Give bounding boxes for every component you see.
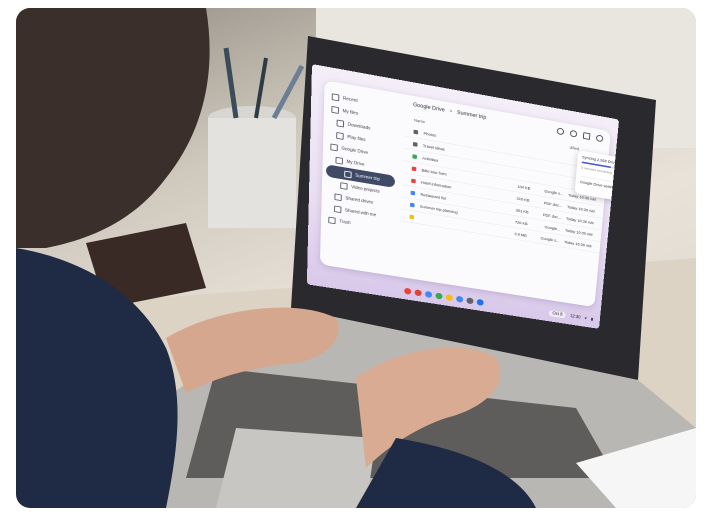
app-icon[interactable] xyxy=(414,289,422,297)
search-icon[interactable] xyxy=(556,127,565,136)
file-type: PDF doc... xyxy=(542,212,562,220)
file-type-icon xyxy=(409,214,415,219)
file-modified: Today 10:30 AM xyxy=(566,204,595,214)
file-type-icon xyxy=(410,190,416,196)
file-type: Google... xyxy=(544,224,561,232)
file-type xyxy=(531,176,564,182)
file-size: 301 KB xyxy=(515,207,529,214)
battery-icon: ▮ xyxy=(590,317,594,322)
folder-icon xyxy=(340,181,348,190)
pen xyxy=(271,64,305,120)
sidebar-item-label: Play files xyxy=(347,134,366,143)
file-size: 3.8 MB xyxy=(514,231,527,238)
time-label[interactable]: 12:30 xyxy=(570,314,581,320)
app-icon[interactable] xyxy=(404,287,412,295)
sidebar-item-label: My files xyxy=(342,108,359,117)
app-icon[interactable] xyxy=(476,298,484,306)
file-type xyxy=(532,164,565,170)
file-type-icon xyxy=(411,166,417,171)
laptop-icon xyxy=(331,105,339,114)
file-size xyxy=(506,172,531,176)
trash-icon xyxy=(328,216,336,224)
more-options-icon[interactable] xyxy=(595,134,604,143)
sidebar-item-label: Video projects xyxy=(351,184,380,194)
file-size: 104 KB xyxy=(517,184,531,191)
files-main: Google Drive > Summer trip Name dified P… xyxy=(398,95,620,307)
pencil-cup xyxy=(208,118,296,228)
app-icon[interactable] xyxy=(435,292,443,300)
app-icon[interactable] xyxy=(424,290,433,299)
file-type: PDF doc... xyxy=(543,200,563,208)
wifi-icon: ▾ xyxy=(584,316,587,321)
file-modified: Today 10:30 AM xyxy=(563,239,592,248)
sidebar-item-label: My Drive xyxy=(346,159,365,168)
toolbar-icons xyxy=(556,127,604,143)
breadcrumb-separator: > xyxy=(449,109,453,115)
people-icon xyxy=(334,205,342,213)
file-size: 210 KB xyxy=(516,195,530,203)
file-modified: Today 10:30 AM xyxy=(565,216,594,225)
folder-icon xyxy=(344,170,352,178)
file-type: Google s... xyxy=(544,188,564,196)
sidebar-item-label: Trash xyxy=(339,218,351,226)
file-type-icon xyxy=(412,153,418,159)
sidebar-item-label: Google Drive xyxy=(341,145,369,156)
shared-drive-icon xyxy=(334,193,342,201)
file-size xyxy=(508,148,533,152)
person-head xyxy=(16,8,210,248)
app-icon[interactable] xyxy=(445,294,453,302)
file-type-icon xyxy=(412,141,418,147)
file-modified: Today 10:30 AM xyxy=(564,227,593,237)
files-sidebar: Recent My files Downloads Play files Google … xyxy=(320,80,403,284)
file-type: Google s... xyxy=(540,235,560,243)
file-type-icon xyxy=(410,202,415,208)
app-icon[interactable] xyxy=(456,295,464,303)
breadcrumb-current[interactable]: Summer trip xyxy=(457,110,487,120)
play-icon xyxy=(336,131,344,140)
files-app-window: Recent My files Downloads Play files Google … xyxy=(319,80,620,308)
sidebar-item-label: Summer trip xyxy=(355,172,380,182)
sync-icon[interactable] xyxy=(569,129,578,138)
file-type xyxy=(533,152,566,158)
drive-icon xyxy=(335,156,343,165)
file-size xyxy=(507,160,532,164)
file-type-icon xyxy=(413,129,419,135)
file-type-icon xyxy=(411,178,416,183)
photo-frame: Recent My files Downloads Play files Google … xyxy=(16,8,696,508)
download-icon xyxy=(336,119,345,128)
grid-view-icon[interactable] xyxy=(582,132,591,140)
column-modified[interactable]: dified xyxy=(570,145,580,151)
sidebar-item-label: Recent xyxy=(342,95,358,104)
sidebar-item-label: Downloads xyxy=(347,121,371,131)
app-icon[interactable] xyxy=(466,297,474,305)
date-label[interactable]: Oct 8 xyxy=(548,309,567,319)
breadcrumb-root[interactable]: Google Drive xyxy=(413,103,445,114)
trackpad xyxy=(216,428,376,508)
file-size: 720 KB xyxy=(514,219,528,226)
office-scene: Recent My files Downloads Play files Google … xyxy=(16,8,696,508)
drive-icon xyxy=(330,143,338,151)
clock-icon xyxy=(331,92,340,101)
status-area[interactable]: Oct 8 12:30 ▾ ▮ xyxy=(548,309,594,323)
sidebar-item-label: Shared drives xyxy=(345,195,374,206)
